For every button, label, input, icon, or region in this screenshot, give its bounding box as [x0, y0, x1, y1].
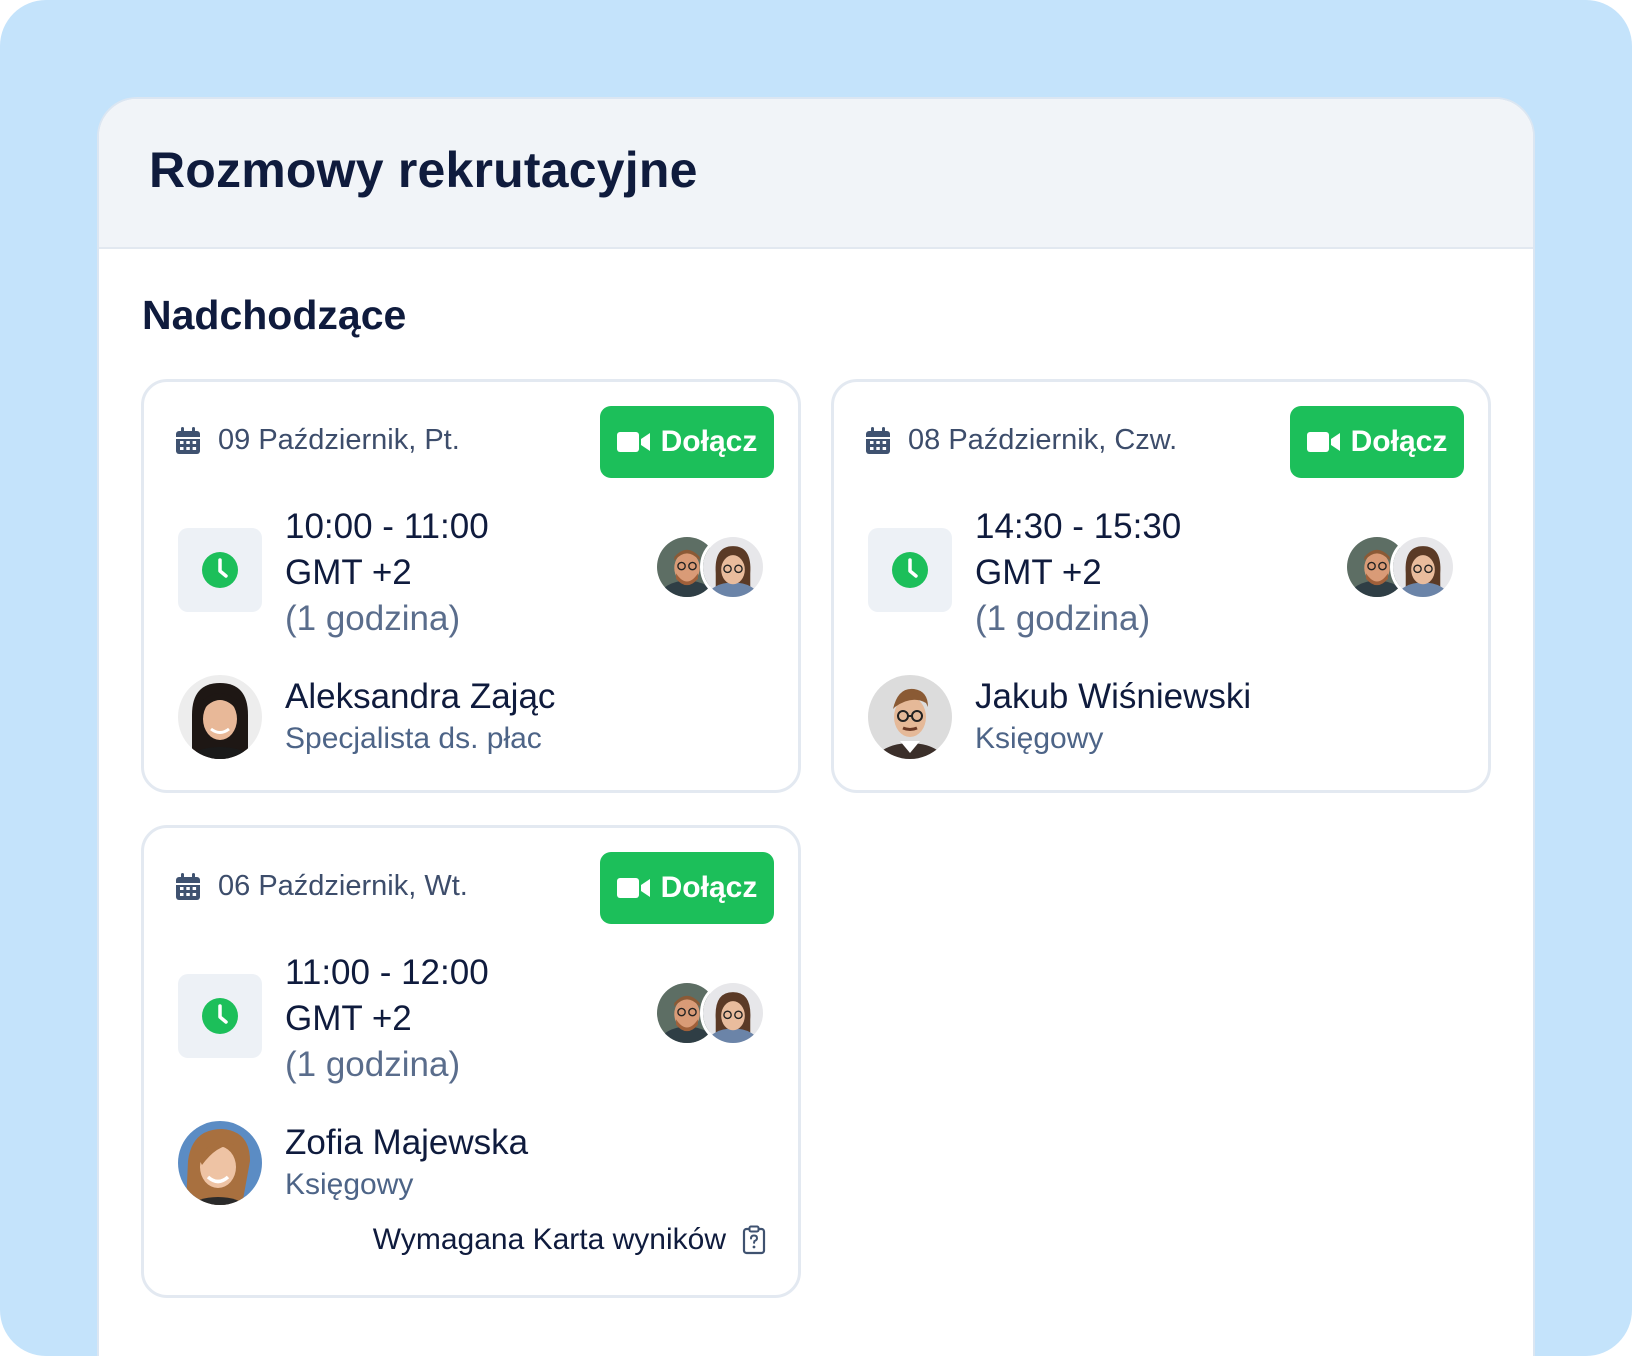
app-backdrop: Rozmowy rekrutacyjne Nadchodzące 09 Paźd…	[0, 0, 1632, 1356]
candidate-name: Aleksandra Zając	[285, 677, 556, 716]
interview-time: 11:00 - 12:00 GMT +2 (1 godzina)	[285, 950, 489, 1088]
interview-card: 06 Październik, Wt. Dołącz 11:00 - 12:00…	[141, 825, 801, 1298]
timezone: GMT +2	[285, 553, 412, 592]
candidate-role: Księgowy	[975, 722, 1104, 755]
join-button-label: Dołącz	[660, 425, 758, 458]
candidate-avatar	[178, 675, 262, 759]
candidate: Zofia Majewska Księgowy	[178, 1121, 528, 1205]
interview-time: 10:00 - 11:00 GMT +2 (1 godzina)	[285, 504, 489, 642]
timezone: GMT +2	[285, 999, 412, 1038]
candidate: Jakub Wiśniewski Księgowy	[868, 675, 1251, 759]
avatar	[700, 534, 766, 600]
avatar	[1390, 534, 1456, 600]
candidate-name: Zofia Majewska	[285, 1123, 529, 1162]
interview-date-row: 06 Październik, Wt.	[174, 870, 468, 903]
time-range: 14:30 - 15:30	[975, 507, 1182, 546]
candidate-avatar	[868, 675, 952, 759]
interview-card: 08 Październik, Czw. Dołącz 14:30 - 15:3…	[831, 379, 1491, 793]
candidate-avatar	[178, 1121, 262, 1205]
candidate-role: Specjalista ds. płac	[285, 722, 542, 755]
video-camera-icon	[617, 431, 651, 453]
join-button-label: Dołącz	[1350, 425, 1448, 458]
clock-icon	[201, 551, 239, 589]
join-button[interactable]: Dołącz	[600, 852, 774, 924]
time-range: 10:00 - 11:00	[285, 507, 489, 546]
candidate-role: Księgowy	[285, 1168, 414, 1201]
join-button[interactable]: Dołącz	[1290, 406, 1464, 478]
join-button-label: Dołącz	[660, 871, 758, 904]
panel-header: Rozmowy rekrutacyjne	[99, 99, 1533, 249]
clock-icon	[201, 997, 239, 1035]
video-camera-icon	[1307, 431, 1341, 453]
candidate-info: Aleksandra Zając Specjalista ds. płac	[285, 675, 555, 759]
scorecard-label: Wymagana Karta wyników	[372, 1223, 726, 1256]
timezone: GMT +2	[975, 553, 1102, 592]
interviewer-avatars	[1344, 534, 1458, 602]
clock-badge	[178, 528, 262, 612]
page-title: Rozmowy rekrutacyjne	[149, 142, 698, 198]
scorecard-required[interactable]: Wymagana Karta wyników	[373, 1223, 766, 1257]
candidate: Aleksandra Zając Specjalista ds. płac	[178, 675, 555, 759]
video-camera-icon	[617, 877, 651, 899]
section-title-upcoming: Nadchodzące	[142, 292, 407, 338]
interview-date-row: 08 Październik, Czw.	[864, 424, 1177, 457]
clock-icon	[891, 551, 929, 589]
duration: (1 godzina)	[975, 599, 1151, 638]
interview-date: 06 Październik, Wt.	[218, 870, 468, 902]
calendar-icon	[864, 426, 892, 456]
interview-date: 09 Październik, Pt.	[218, 424, 460, 456]
interview-date-row: 09 Październik, Pt.	[174, 424, 460, 457]
interviewer-avatars	[654, 980, 768, 1048]
interview-time: 14:30 - 15:30 GMT +2 (1 godzina)	[975, 504, 1181, 642]
duration: (1 godzina)	[285, 599, 461, 638]
candidate-info: Jakub Wiśniewski Księgowy	[975, 675, 1251, 759]
interview-date: 08 Październik, Czw.	[908, 424, 1178, 456]
interview-card: 09 Październik, Pt. Dołącz 10:00 - 11:00…	[141, 379, 801, 793]
candidate-name: Jakub Wiśniewski	[975, 677, 1252, 716]
duration: (1 godzina)	[285, 1045, 461, 1084]
clipboard-question-icon	[742, 1225, 766, 1255]
clock-badge	[868, 528, 952, 612]
avatar	[700, 980, 766, 1046]
time-range: 11:00 - 12:00	[285, 953, 489, 992]
calendar-icon	[174, 426, 202, 456]
calendar-icon	[174, 872, 202, 902]
candidate-info: Zofia Majewska Księgowy	[285, 1121, 528, 1205]
interviewer-avatars	[654, 534, 768, 602]
join-button[interactable]: Dołącz	[600, 406, 774, 478]
clock-badge	[178, 974, 262, 1058]
